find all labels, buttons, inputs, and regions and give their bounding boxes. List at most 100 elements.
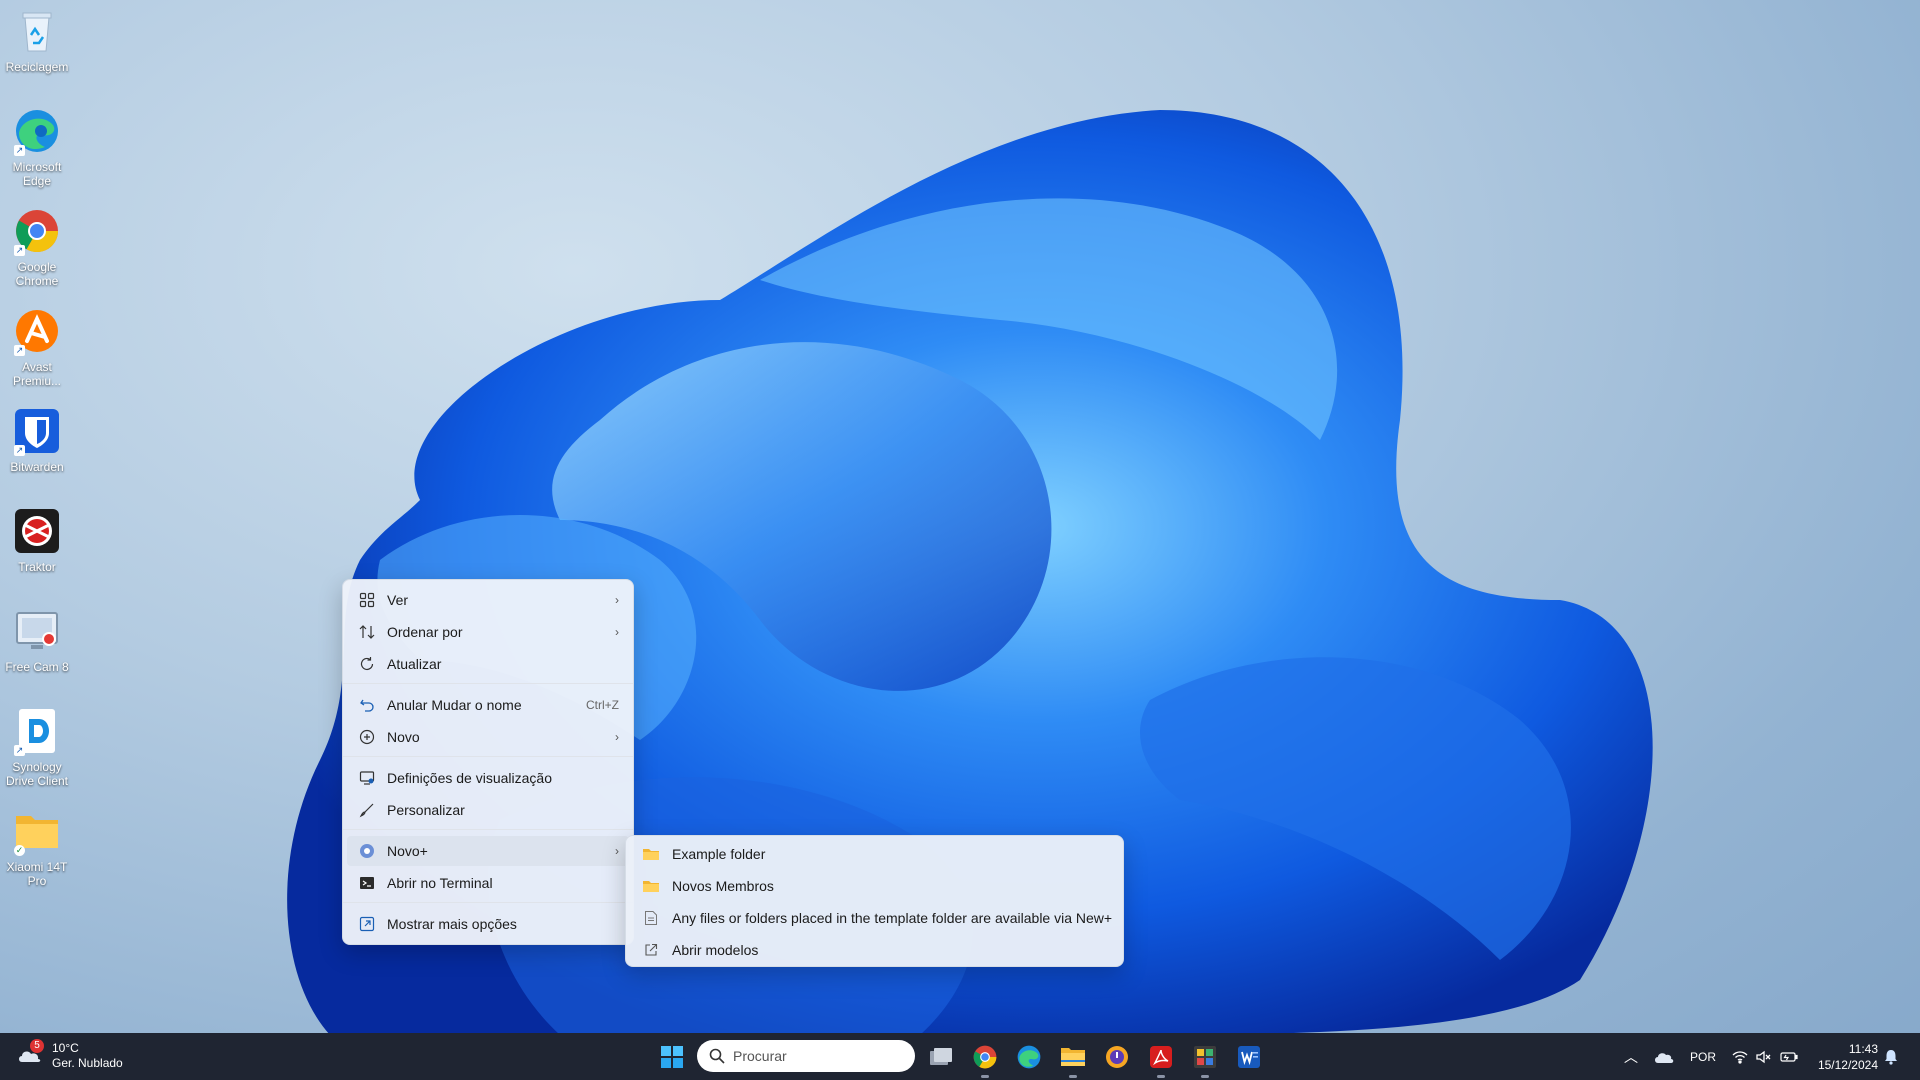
menu-item-novo-plus[interactable]: Novo+ › [347, 836, 629, 866]
submenu-item-example-folder[interactable]: Example folder [630, 839, 1119, 869]
desktop-icon-label: Bitwarden [10, 460, 64, 474]
menu-item-ordenar-por[interactable]: Ordenar por › [347, 617, 629, 647]
sync-check-icon: ✓ [14, 845, 25, 856]
chrome-icon [973, 1045, 997, 1069]
taskbar: 5 10°C Ger. Nublado Procurar ︿ POR 11:43… [0, 1033, 1920, 1080]
terminal-icon [358, 874, 376, 892]
menu-item-label: Personalizar [387, 802, 465, 818]
onedrive-cloud-icon [1655, 1052, 1674, 1063]
desktop-icon-label: Xiaomi 14T Pro [6, 860, 68, 888]
clock-date: 15/12/2024 [1817, 1058, 1878, 1072]
menu-item-terminal[interactable]: Abrir no Terminal [347, 868, 629, 898]
language-indicator: POR [1690, 1049, 1717, 1064]
menu-item-ver[interactable]: Ver › [347, 585, 629, 615]
tray-language[interactable]: POR [1690, 1033, 1716, 1080]
desktop-icon-traktor[interactable]: Traktor [4, 506, 70, 574]
grid-icon [358, 591, 376, 609]
menu-item-label: Ver [387, 592, 409, 608]
chevron-right-icon: › [615, 730, 619, 744]
desktop-icon-label: Traktor [18, 560, 56, 574]
menu-item-label: Ordenar por [387, 624, 463, 640]
desktop-icon-recycle-bin[interactable]: Reciclagem [4, 6, 70, 74]
menu-item-mais-opcoes[interactable]: Mostrar mais opções [347, 909, 629, 939]
acrobat-icon [1150, 1046, 1172, 1068]
submenu-item-abrir-modelos[interactable]: Abrir modelos [630, 935, 1119, 965]
running-indicator [1201, 1075, 1209, 1078]
weather-widget[interactable]: 5 10°C Ger. Nublado [16, 1039, 123, 1071]
novo-plus-submenu: Example folder Novos Membros Any files o… [625, 835, 1124, 967]
menu-item-label: Definições de visualização [387, 770, 552, 786]
desktop-icon-synology[interactable]: ↗ Synology Drive Client [4, 706, 70, 788]
tray-network-volume-battery[interactable] [1732, 1033, 1798, 1080]
desktop-icon-label: Google Chrome [15, 260, 59, 288]
tray-clock[interactable]: 11:43 15/12/2024 [1818, 1041, 1878, 1073]
taskbar-file-explorer[interactable] [1058, 1042, 1088, 1078]
taskbar-search[interactable]: Procurar [697, 1040, 915, 1072]
cloud-icon: 5 [16, 1039, 44, 1070]
taskbar-chrome[interactable] [970, 1042, 1000, 1078]
brush-icon [358, 801, 376, 819]
taskbar-security-app[interactable] [1102, 1042, 1132, 1072]
menu-item-personalizar[interactable]: Personalizar [347, 795, 629, 825]
submenu-item-label: Abrir modelos [672, 942, 759, 958]
search-placeholder: Procurar [733, 1048, 787, 1064]
submenu-item-novos-membros[interactable]: Novos Membros [630, 871, 1119, 901]
menu-item-label: Anular Mudar o nome [387, 697, 522, 713]
recycle-bin-icon [22, 12, 52, 52]
desktop-icon-bitwarden[interactable]: ↗ Bitwarden [4, 406, 70, 474]
undo-icon [358, 696, 376, 714]
taskbar-app-grid[interactable] [1190, 1042, 1220, 1078]
shortcut-text: Ctrl+Z [586, 698, 619, 712]
menu-item-label: Mostrar mais opções [387, 916, 517, 932]
search-icon [709, 1048, 725, 1064]
tray-overflow-button[interactable]: ︿ [1624, 1033, 1638, 1080]
desktop-icon-xiaomi-folder[interactable]: ✓ Xiaomi 14T Pro [4, 806, 70, 888]
chevron-up-icon: ︿ [1624, 1048, 1638, 1065]
menu-item-definicoes[interactable]: Definições de visualização [347, 763, 629, 793]
desktop-icon-free-cam[interactable]: Free Cam 8 [4, 606, 70, 674]
desktop-icon-label: Avast Premiu... [12, 360, 61, 388]
menu-separator [343, 683, 633, 684]
desktop-icon-label: Free Cam 8 [5, 660, 69, 674]
menu-separator [343, 829, 633, 830]
chevron-right-icon: › [615, 625, 619, 639]
menu-separator [343, 756, 633, 757]
task-view-icon [930, 1048, 952, 1065]
document-icon [642, 909, 660, 927]
free-cam-icon [16, 612, 58, 649]
shortcut-arrow-icon: ↗ [14, 345, 25, 356]
submenu-item-label: Any files or folders placed in the templ… [672, 910, 1113, 926]
volume-muted-icon [1756, 1050, 1771, 1063]
tray-notifications[interactable] [1884, 1033, 1898, 1080]
running-indicator [1157, 1075, 1165, 1078]
battery-icon [1780, 1051, 1798, 1062]
chevron-right-icon: › [615, 593, 619, 607]
word-icon [1238, 1046, 1260, 1068]
tray-onedrive[interactable] [1654, 1033, 1674, 1080]
desktop-icon-edge[interactable]: ↗ Microsoft Edge [4, 106, 70, 188]
taskbar-word[interactable] [1234, 1042, 1264, 1072]
file-explorer-icon [1061, 1048, 1085, 1066]
folder-icon [642, 877, 660, 895]
shortcut-arrow-icon: ↗ [14, 245, 25, 256]
menu-item-atualizar[interactable]: Atualizar [347, 649, 629, 679]
edge-icon [1017, 1045, 1041, 1069]
submenu-item-label: Example folder [672, 846, 766, 862]
bell-icon [1885, 1049, 1897, 1065]
menu-item-label: Novo [387, 729, 420, 745]
desktop-icon-label: Microsoft Edge [12, 160, 62, 188]
taskbar-acrobat[interactable] [1146, 1042, 1176, 1078]
weather-badge: 5 [30, 1039, 44, 1053]
menu-item-label: Atualizar [387, 656, 442, 672]
desktop-icon-chrome[interactable]: ↗ Google Chrome [4, 206, 70, 288]
start-button[interactable] [660, 1045, 684, 1069]
desktop-icon-avast[interactable]: ↗ Avast Premiu... [4, 306, 70, 388]
menu-item-anular[interactable]: Anular Mudar o nome Ctrl+Z [347, 690, 629, 720]
plus-circle-icon [358, 728, 376, 746]
menu-item-novo[interactable]: Novo › [347, 722, 629, 752]
taskbar-task-view[interactable] [926, 1042, 956, 1072]
desktop-icon-label: Reciclagem [5, 60, 69, 74]
taskbar-edge[interactable] [1014, 1042, 1044, 1072]
submenu-item-template-info[interactable]: Any files or folders placed in the templ… [630, 903, 1119, 933]
desktop-icon-label: Synology Drive Client [5, 760, 68, 788]
